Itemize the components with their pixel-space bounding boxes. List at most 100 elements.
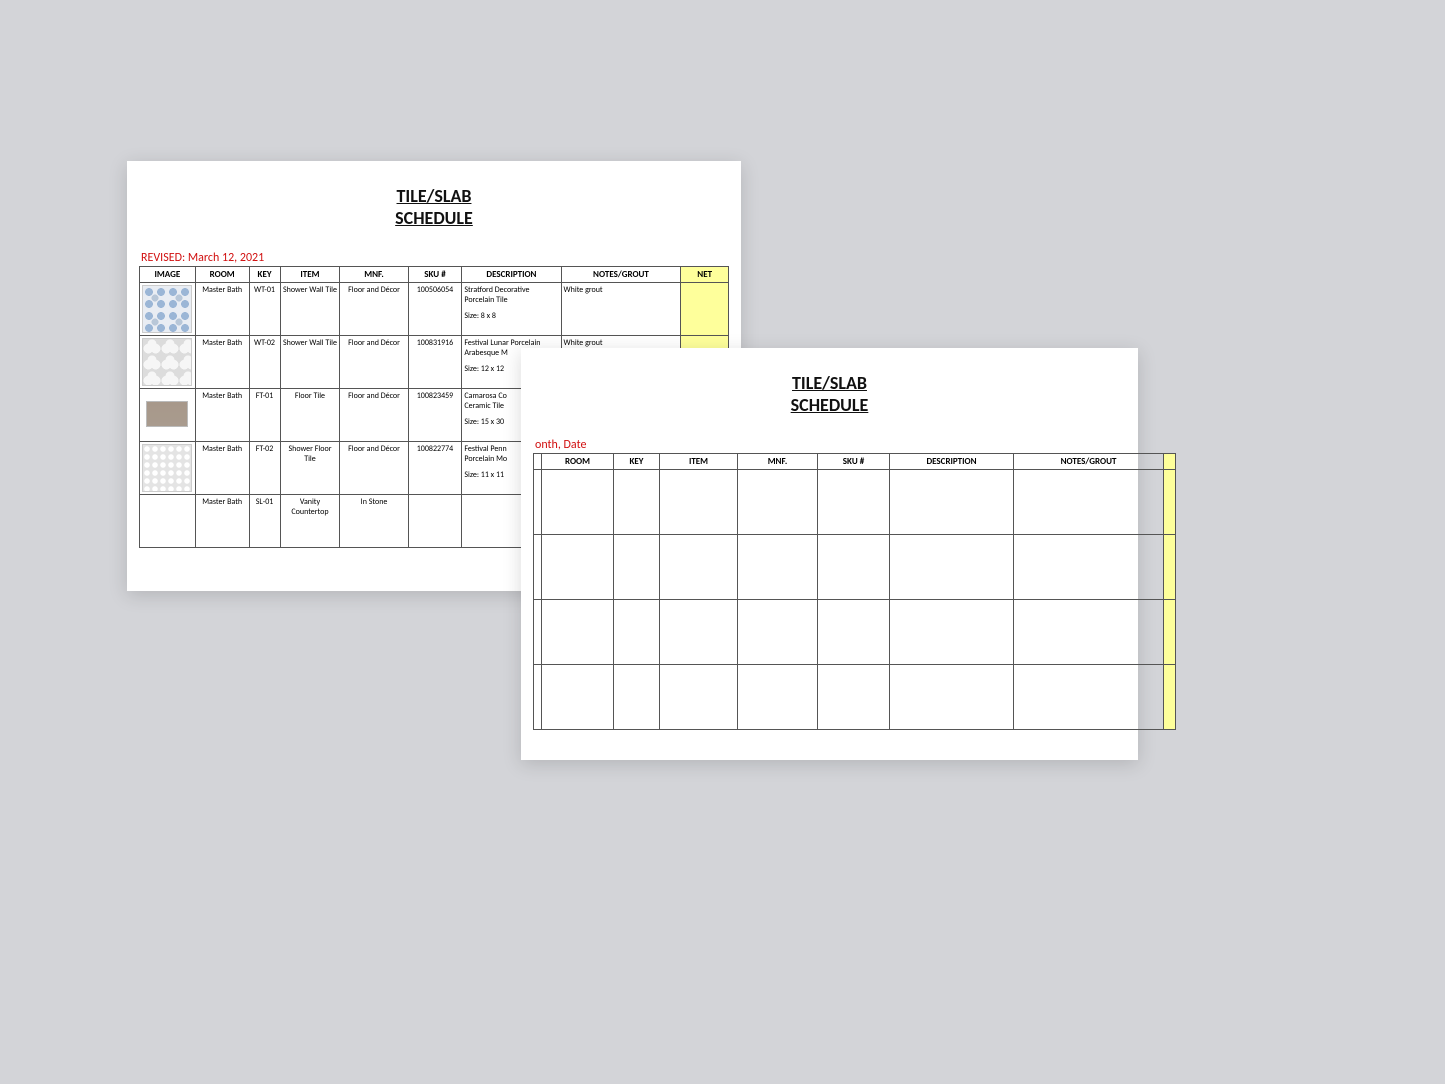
cell-sku (408, 495, 462, 548)
cell-item: Shower Floor Tile (280, 442, 340, 495)
empty-cell (534, 535, 542, 600)
table-row (534, 665, 1176, 730)
empty-cell (542, 665, 614, 730)
col-key: KEY (249, 267, 280, 283)
empty-cell (542, 470, 614, 535)
col-sku: SKU # (818, 454, 890, 470)
title-line-2: SCHEDULE (533, 394, 1126, 416)
col-mnf: MNF. (340, 267, 408, 283)
cell-key: FT-02 (249, 442, 280, 495)
cell-sku: 100822774 (408, 442, 462, 495)
empty-cell (890, 665, 1014, 730)
cell-room: Master Bath (195, 389, 249, 442)
cell-key: WT-02 (249, 336, 280, 389)
cell-sku: 100823459 (408, 389, 462, 442)
cell-room: Master Bath (195, 495, 249, 548)
cell-item: Shower Wall Tile (280, 336, 340, 389)
table-row (534, 535, 1176, 600)
table-header-row: IMAGE ROOM KEY ITEM MNF. SKU # DESCRIPTI… (140, 267, 729, 283)
table-row: Master BathWT-01Shower Wall TileFloor an… (140, 283, 729, 336)
col-item: ITEM (660, 454, 738, 470)
col-notes: NOTES/GROUT (561, 267, 681, 283)
empty-cell (534, 600, 542, 665)
cell-sku: 100831916 (408, 336, 462, 389)
cell-mnf: Floor and Décor (340, 389, 408, 442)
col-item: ITEM (280, 267, 340, 283)
cell-item: Shower Wall Tile (280, 283, 340, 336)
empty-cell (660, 535, 738, 600)
blank-swatch (140, 495, 196, 548)
col-image (534, 454, 542, 470)
empty-cell (738, 535, 818, 600)
title-line-2: SCHEDULE (139, 207, 729, 229)
title-line-1: TILE/SLAB (533, 372, 1126, 394)
empty-cell (534, 470, 542, 535)
cell-mnf: Floor and Décor (340, 442, 408, 495)
cell-mnf: In Stone (340, 495, 408, 548)
empty-cell (818, 665, 890, 730)
cell-key: WT-01 (249, 283, 280, 336)
empty-cell (738, 600, 818, 665)
empty-cell (1014, 665, 1164, 730)
col-sku: SKU # (408, 267, 462, 283)
empty-cell (614, 535, 660, 600)
arabesque-tile-swatch (140, 336, 196, 389)
empty-cell (738, 665, 818, 730)
cell-mnf: Floor and Décor (340, 336, 408, 389)
empty-cell (738, 470, 818, 535)
tile-schedule-sheet-blank: TILE/SLAB SCHEDULE onth, Date ROOM KEY I… (521, 348, 1138, 760)
empty-cell (818, 535, 890, 600)
table-header-row: ROOM KEY ITEM MNF. SKU # DESCRIPTION NOT… (534, 454, 1176, 470)
cell-item: Floor Tile (280, 389, 340, 442)
col-net: NET (681, 267, 729, 283)
empty-cell (660, 600, 738, 665)
empty-cell (660, 470, 738, 535)
damask-tile-swatch (140, 283, 196, 336)
empty-cell (890, 470, 1014, 535)
cell-net (681, 283, 729, 336)
empty-cell (1164, 600, 1176, 665)
empty-cell (1014, 470, 1164, 535)
arabesque-tile-swatch-icon (142, 338, 192, 386)
table-row (534, 600, 1176, 665)
empty-cell (890, 535, 1014, 600)
col-room: ROOM (195, 267, 249, 283)
cell-room: Master Bath (195, 442, 249, 495)
camarosa-tile-swatch (140, 389, 196, 442)
col-room: ROOM (542, 454, 614, 470)
empty-cell (614, 470, 660, 535)
cell-description: Stratford DecorativePorcelain TileSize: … (462, 283, 561, 336)
empty-cell (1164, 535, 1176, 600)
cell-mnf: Floor and Décor (340, 283, 408, 336)
penny-tile-swatch (140, 442, 196, 495)
col-desc: DESCRIPTION (462, 267, 561, 283)
empty-cell (614, 600, 660, 665)
damask-tile-swatch-icon (142, 285, 192, 333)
empty-cell (542, 600, 614, 665)
empty-cell (818, 470, 890, 535)
cell-room: Master Bath (195, 336, 249, 389)
cell-room: Master Bath (195, 283, 249, 336)
cell-key: SL-01 (249, 495, 280, 548)
col-key: KEY (614, 454, 660, 470)
camarosa-tile-swatch-icon (146, 401, 188, 427)
revised-date-placeholder: onth, Date (533, 438, 586, 452)
cell-sku: 100506054 (408, 283, 462, 336)
title-block: TILE/SLAB SCHEDULE (139, 185, 729, 229)
empty-cell (542, 535, 614, 600)
col-image: IMAGE (140, 267, 196, 283)
schedule-table-blank: ROOM KEY ITEM MNF. SKU # DESCRIPTION NOT… (533, 453, 1176, 730)
empty-cell (660, 665, 738, 730)
col-desc: DESCRIPTION (890, 454, 1014, 470)
penny-tile-swatch-icon (142, 444, 192, 492)
cell-notes: White grout (561, 283, 681, 336)
title-block: TILE/SLAB SCHEDULE (533, 372, 1126, 416)
table-row (534, 470, 1176, 535)
empty-cell (1164, 665, 1176, 730)
cell-item: Vanity Countertop (280, 495, 340, 548)
empty-cell (614, 665, 660, 730)
col-notes: NOTES/GROUT (1014, 454, 1164, 470)
empty-cell (534, 665, 542, 730)
title-line-1: TILE/SLAB (139, 185, 729, 207)
empty-cell (890, 600, 1014, 665)
